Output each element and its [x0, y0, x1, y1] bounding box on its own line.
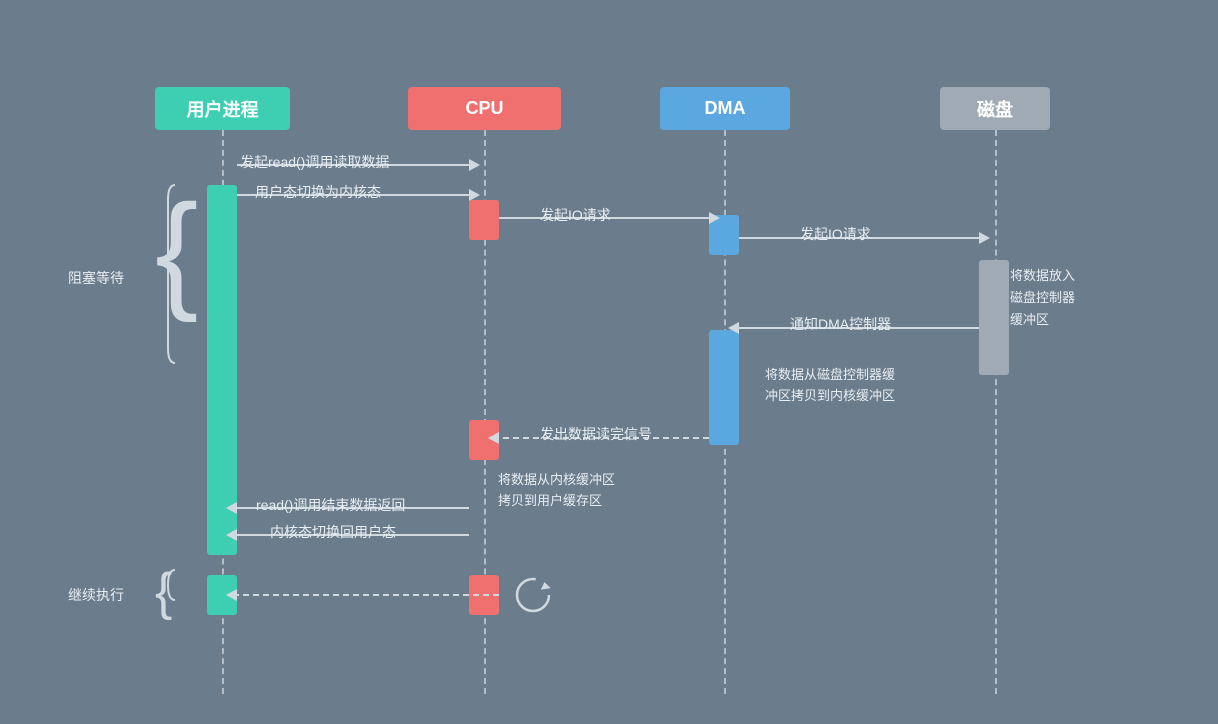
brace-continue: { — [155, 566, 172, 618]
label-notify-dma: 通知DMA控制器 — [790, 314, 891, 334]
label-blocking: 阻塞等待 — [68, 268, 124, 288]
label-initiate-io-1: 发起IO请求 — [540, 205, 611, 225]
brace-blocking: { — [155, 185, 198, 315]
arrows-svg — [0, 0, 1218, 724]
label-initiate-io-2: 发起IO请求 — [800, 224, 871, 244]
label-read-return: read()调用结束数据返回 — [256, 495, 405, 515]
diagram: 用户进程 CPU DMA 磁盘 — [0, 0, 1218, 724]
label-put-data-disk: 将数据放入磁盘控制器缓冲区 — [1010, 265, 1075, 331]
cycle-icon — [510, 572, 556, 618]
label-continue: 继续执行 — [68, 585, 124, 605]
label-copy-kernel-user: 将数据从内核缓冲区拷贝到用户缓存区 — [498, 470, 615, 512]
label-initiate-read: 发起read()调用读取数据 — [240, 152, 389, 172]
label-data-read-done: 发出数据读完信号 — [540, 424, 652, 444]
label-kernel-to-user: 内核态切换回用户态 — [270, 522, 396, 542]
label-user-to-kernel: 用户态切换为内核态 — [255, 182, 381, 202]
label-dma-copy: 将数据从磁盘控制器缓冲区拷贝到内核缓冲区 — [765, 365, 895, 407]
